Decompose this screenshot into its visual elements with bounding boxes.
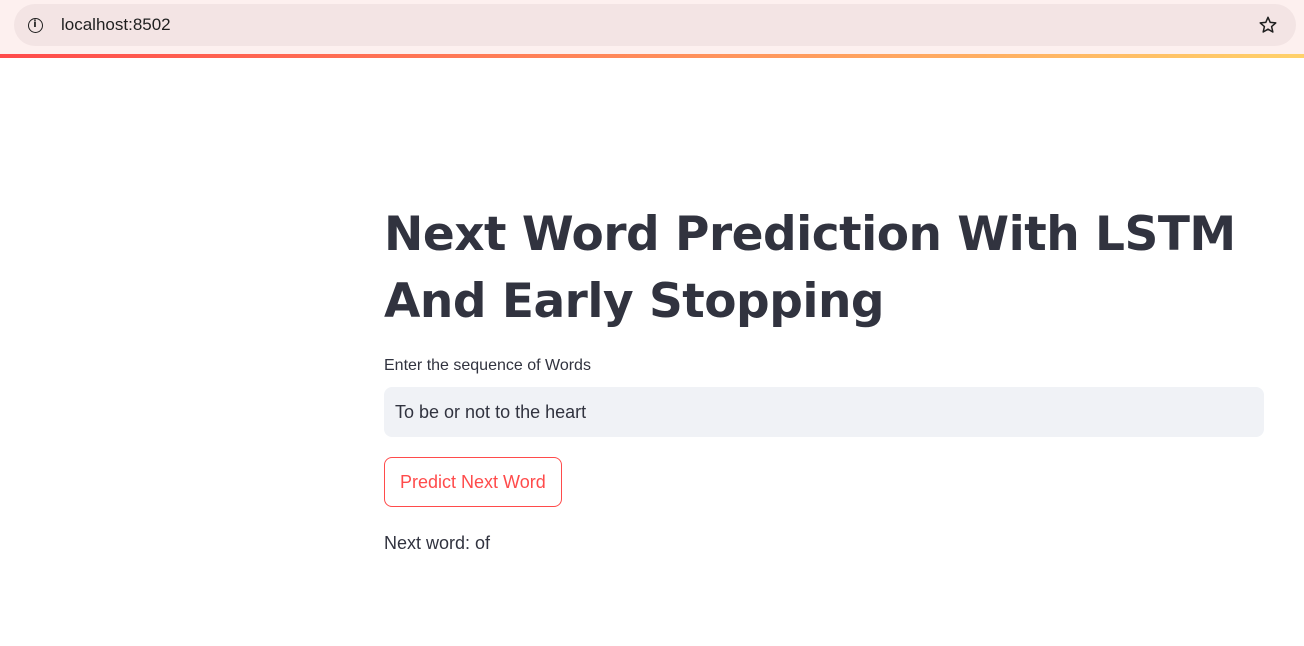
- star-icon: [1259, 16, 1277, 33]
- info-icon: i: [27, 17, 43, 33]
- browser-toolbar: i localhost:8502: [0, 0, 1304, 55]
- sequence-input-label: Enter the sequence of Words: [384, 357, 591, 374]
- bookmark-button[interactable]: [1256, 13, 1280, 37]
- predict-next-word-button[interactable]: Predict Next Word: [384, 457, 562, 507]
- url-text[interactable]: localhost:8502: [61, 15, 171, 35]
- site-info-button[interactable]: i: [22, 12, 48, 38]
- prediction-result: Next word: of: [384, 533, 491, 553]
- address-bar[interactable]: i localhost:8502: [14, 4, 1296, 46]
- page-title: Next Word Prediction With LSTM And Early…: [384, 207, 1236, 329]
- loading-bar: [0, 54, 1304, 58]
- sequence-input[interactable]: [384, 387, 1264, 437]
